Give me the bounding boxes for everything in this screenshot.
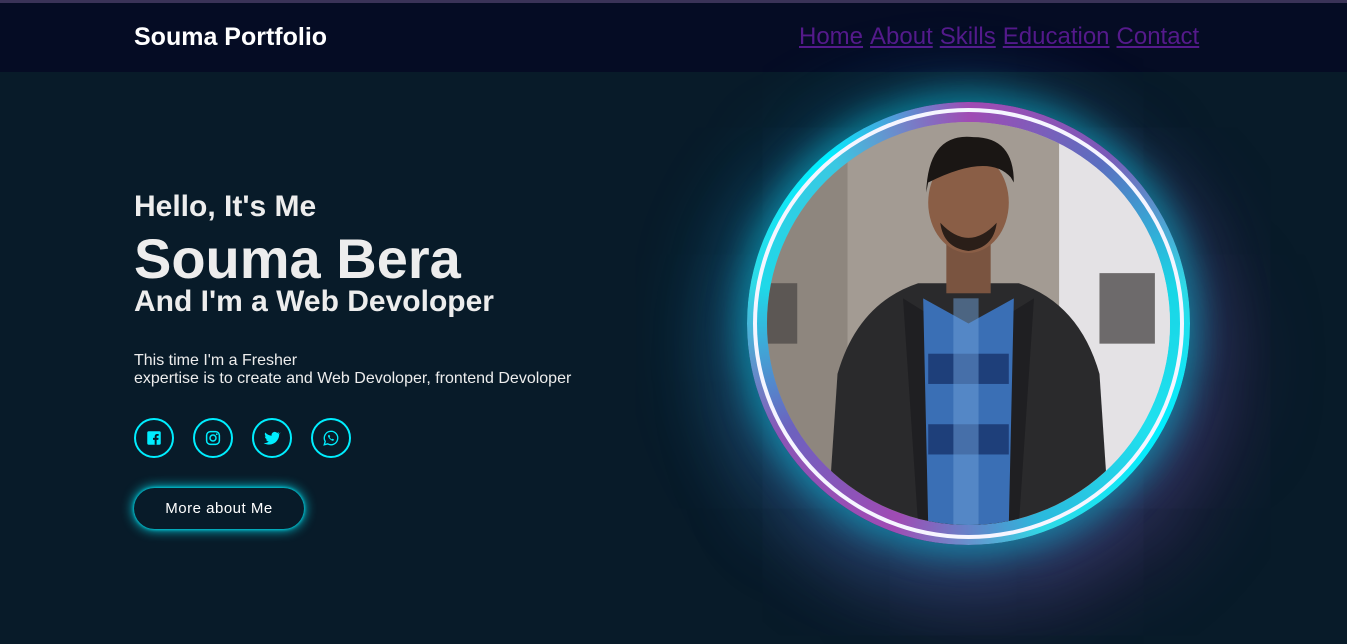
more-about-button[interactable]: More about Me [134, 488, 304, 529]
main-nav: Home About Skills Education Contact [799, 23, 1199, 51]
nav-link-about[interactable]: About [870, 23, 933, 51]
facebook-icon [147, 431, 161, 445]
hero-greeting: Hello, It's Me [134, 190, 317, 223]
profile-photo [767, 122, 1170, 525]
photo-ring [747, 102, 1190, 545]
hero-description: This time I'm a Fresher expertise is to … [134, 352, 571, 388]
nav-link-contact[interactable]: Contact [1117, 23, 1200, 51]
twitter-icon [263, 431, 281, 445]
description-line-2: expertise is to create and Web Devoloper… [134, 370, 572, 387]
instagram-link[interactable] [193, 418, 233, 458]
person-illustration [767, 122, 1170, 525]
twitter-link[interactable] [252, 418, 292, 458]
profile-photo-frame [747, 102, 1190, 545]
site-logo[interactable]: Souma Portfolio [134, 23, 327, 52]
site-header: Souma Portfolio Home About Skills Educat… [0, 3, 1347, 72]
instagram-icon [205, 430, 221, 446]
description-line-1: This time I'm a Fresher [134, 352, 298, 369]
hero-role: And I'm a Web Devoloper [134, 285, 494, 318]
nav-link-home[interactable]: Home [799, 23, 863, 51]
whatsapp-link[interactable] [311, 418, 351, 458]
facebook-link[interactable] [134, 418, 174, 458]
nav-link-education[interactable]: Education [1003, 23, 1110, 51]
nav-link-skills[interactable]: Skills [940, 23, 996, 51]
hero-name: Souma Bera [134, 227, 461, 290]
social-links [134, 418, 351, 458]
whatsapp-icon [323, 430, 339, 446]
